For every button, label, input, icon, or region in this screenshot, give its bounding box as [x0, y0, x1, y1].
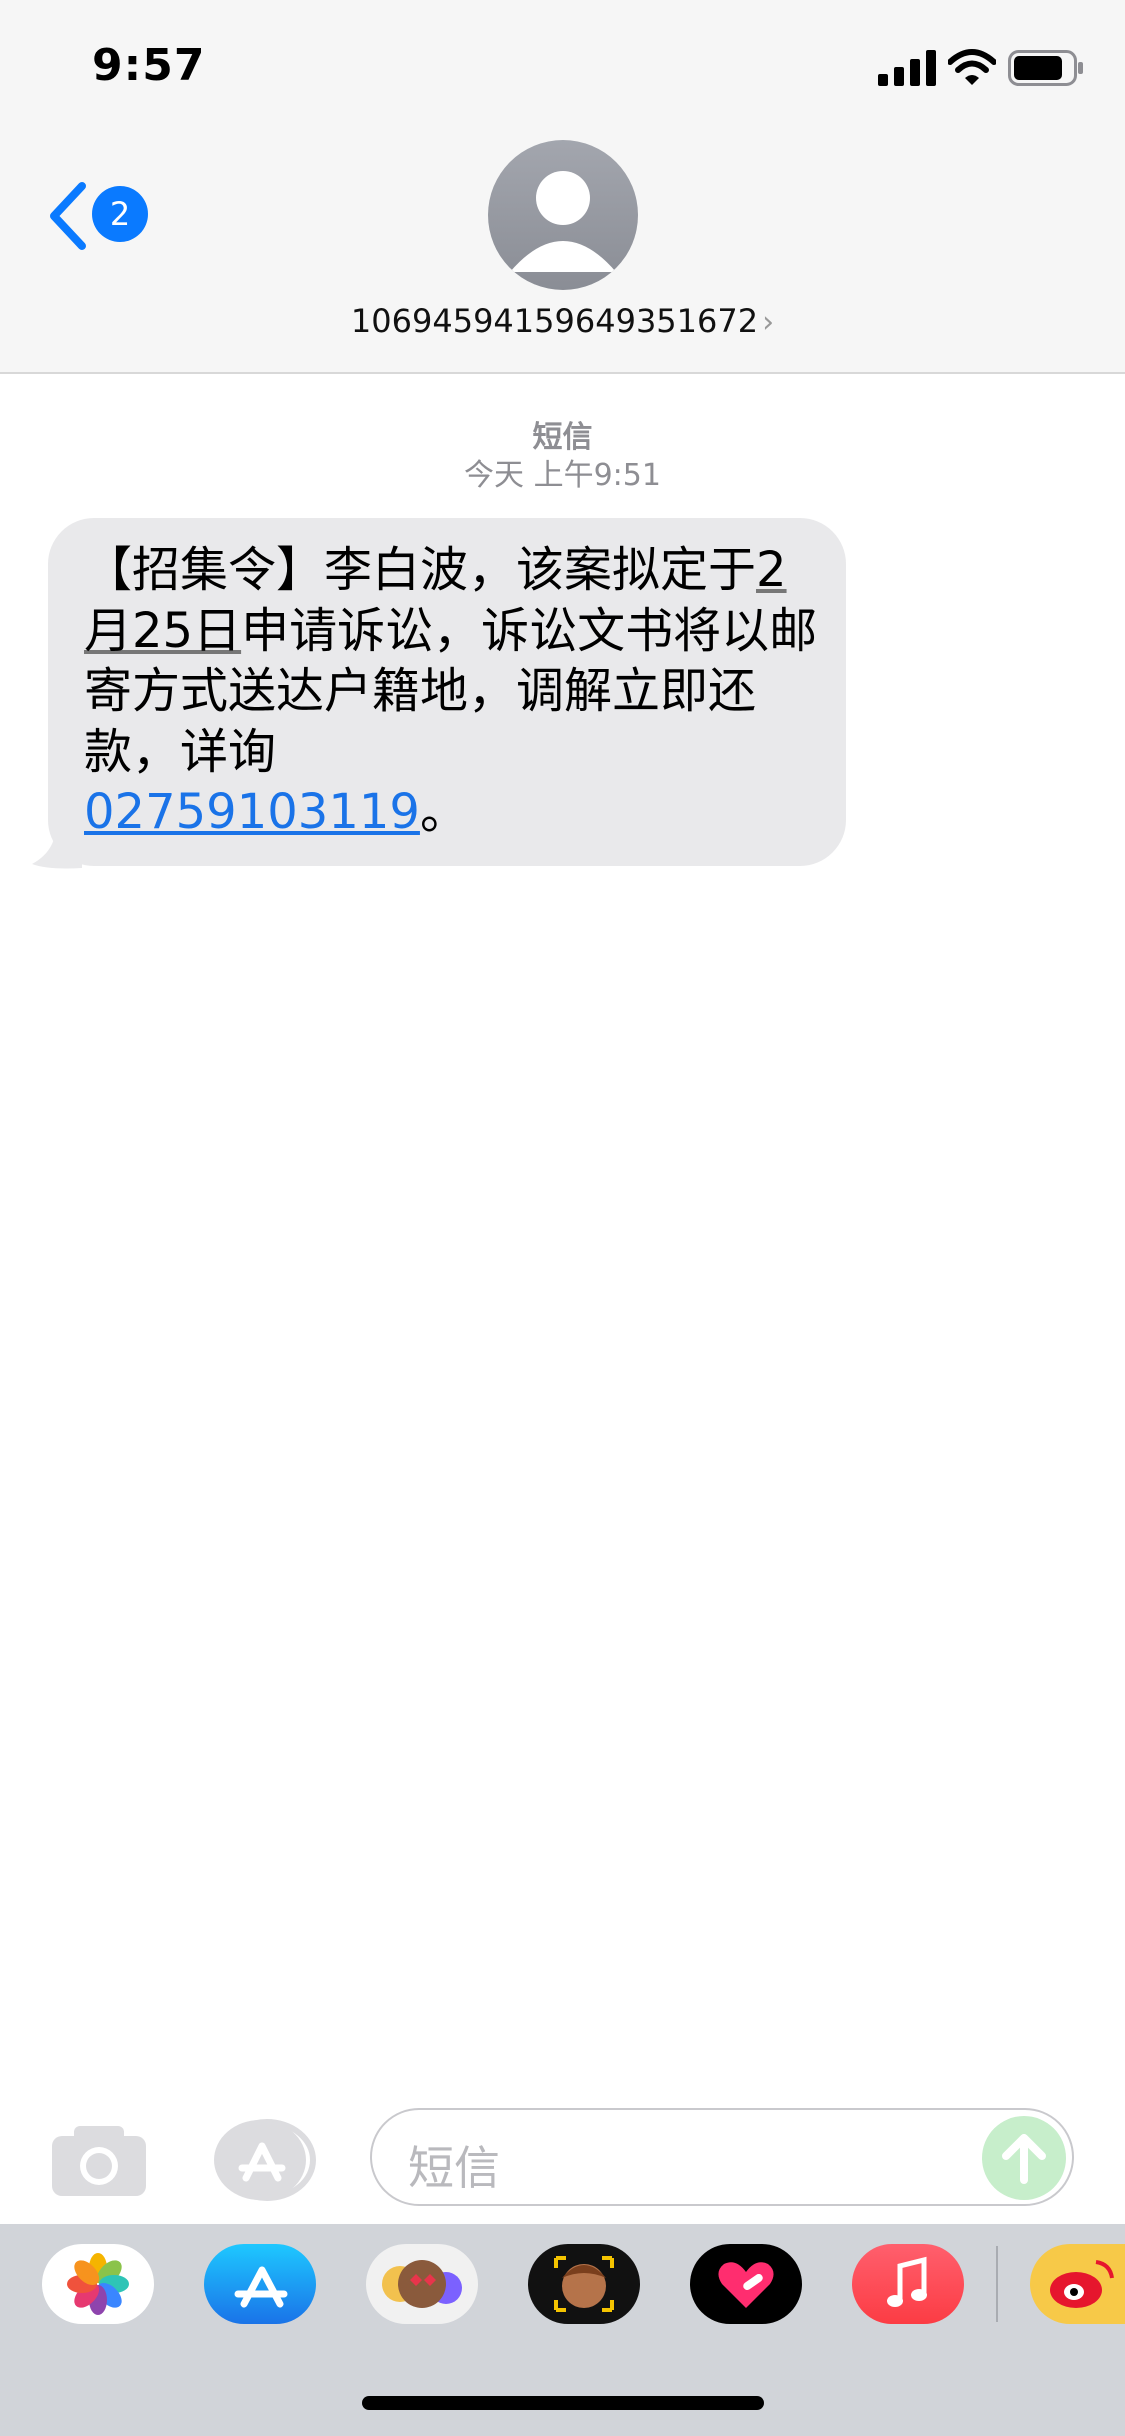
- chevron-right-icon: ›: [762, 305, 775, 340]
- animoji-face: [554, 2256, 614, 2312]
- battery-icon: [1008, 50, 1083, 86]
- cellular-signal-icon: [878, 50, 936, 86]
- status-time: 9:57: [92, 40, 206, 91]
- heart-glyph: [718, 2262, 774, 2308]
- message-input-placeholder: 短信: [408, 2141, 500, 2195]
- chevron-left-icon: [50, 182, 86, 250]
- digital-touch-icon[interactable]: [690, 2244, 802, 2324]
- drawer-divider: [996, 2246, 998, 2322]
- weibo-glyph: [1050, 2260, 1114, 2308]
- camera-icon: [52, 2126, 146, 2196]
- person-placeholder-icon: [510, 171, 616, 272]
- weibo-app-icon[interactable]: [1030, 2244, 1125, 2324]
- message-timestamp: 今天 上午9:51: [464, 458, 661, 493]
- memoji-faces: [382, 2260, 462, 2308]
- app-store-glyph: [234, 2266, 288, 2308]
- music-app-icon[interactable]: [852, 2244, 964, 2324]
- phone-number-link[interactable]: 02759103119: [84, 784, 420, 840]
- home-indicator[interactable]: [362, 2396, 764, 2410]
- message-text-part: 。: [419, 784, 468, 840]
- arrow-up-icon: [1002, 2134, 1046, 2184]
- wifi-icon: [948, 49, 996, 85]
- animoji-icon[interactable]: [528, 2244, 640, 2324]
- app-store-button[interactable]: [210, 2118, 316, 2202]
- apps-icon: [214, 2119, 316, 2201]
- contact-name: 10694594159649351672: [350, 302, 759, 340]
- contact-avatar[interactable]: [488, 140, 638, 290]
- music-note-glyph: [887, 2256, 927, 2307]
- contact-name-button[interactable]: 10694594159649351672 ›: [0, 302, 1125, 340]
- bubble-tail: [32, 820, 82, 869]
- camera-button[interactable]: [52, 2124, 146, 2196]
- unread-count-badge: 2: [92, 186, 148, 242]
- message-text-part: 【招集令】李白波，该案拟定于: [84, 542, 757, 598]
- photos-app-icon[interactable]: [42, 2244, 154, 2324]
- photos-flower: [67, 2253, 129, 2315]
- send-button[interactable]: [982, 2116, 1066, 2200]
- message-text: 【招集令】李白波，该案拟定于2月25日申请诉讼，诉讼文书将以邮寄方式送达户籍地，…: [84, 540, 824, 843]
- memoji-stickers-icon[interactable]: [366, 2244, 478, 2324]
- app-store-icon[interactable]: [204, 2244, 316, 2324]
